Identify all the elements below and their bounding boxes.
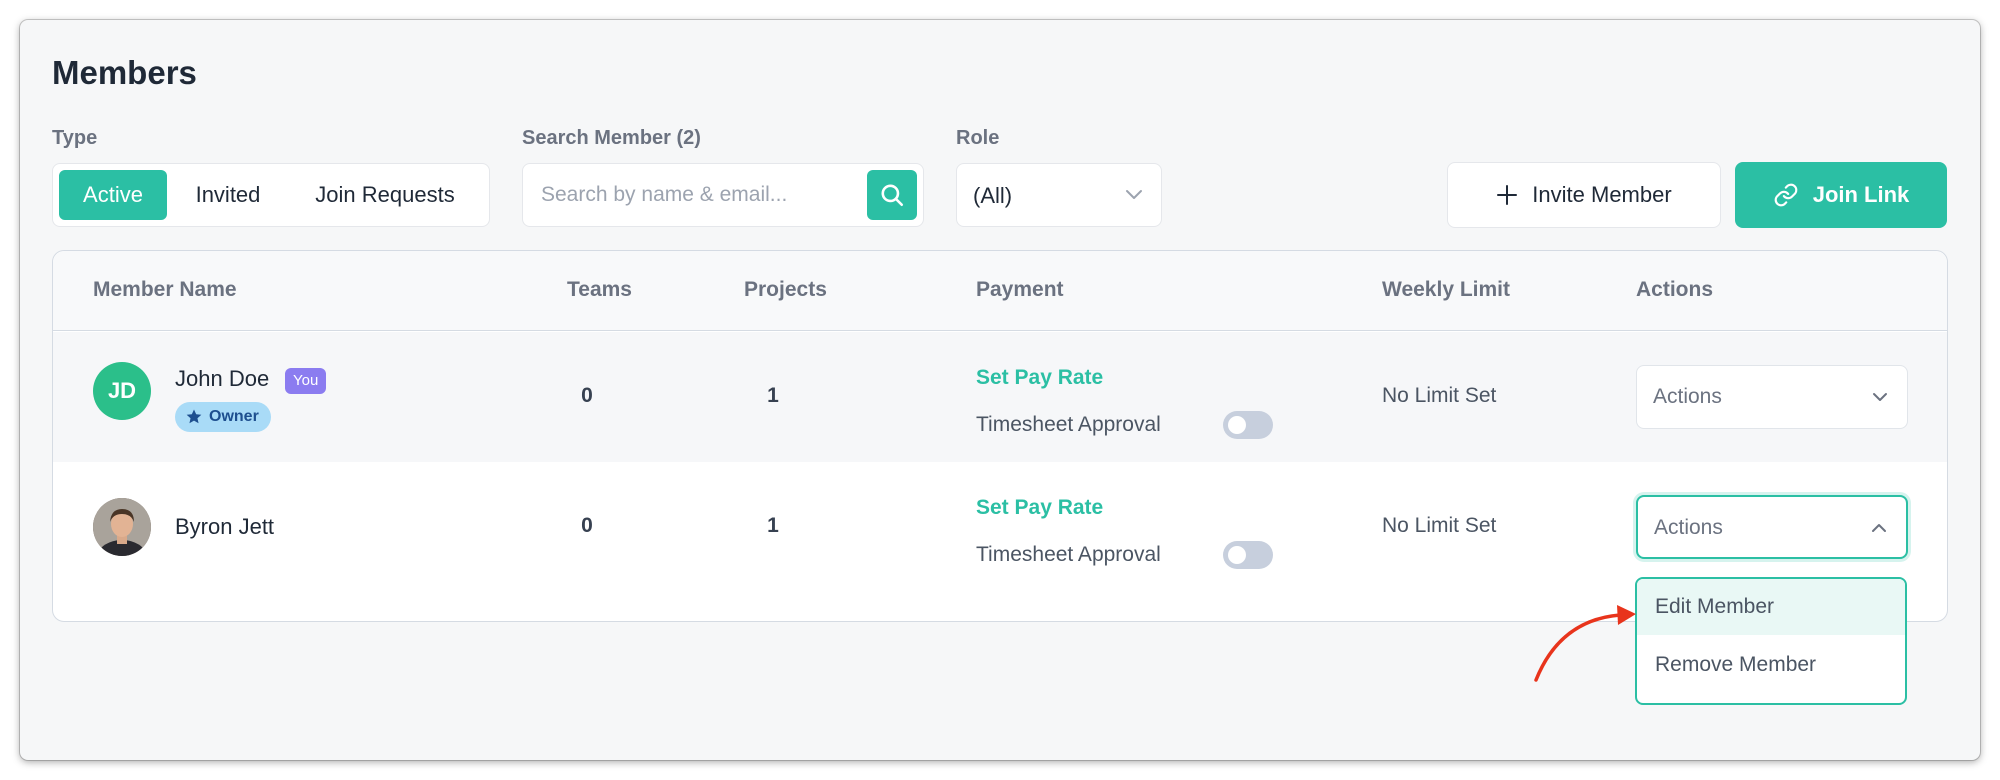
plus-icon bbox=[1497, 185, 1518, 205]
timesheet-approval-toggle[interactable] bbox=[1223, 411, 1273, 439]
table-row: Byron Jett 0 1 Set Pay Rate Timesheet Ap… bbox=[53, 462, 1947, 592]
type-label: Type bbox=[52, 127, 98, 149]
search-button[interactable] bbox=[867, 170, 917, 220]
role-label: Role bbox=[956, 127, 1000, 149]
projects-count: 1 bbox=[767, 384, 779, 407]
type-segmented-control: Active Invited Join Requests bbox=[52, 163, 490, 227]
column-payment: Payment bbox=[976, 278, 1064, 301]
column-projects: Projects bbox=[744, 278, 827, 301]
actions-select-open[interactable]: Actions bbox=[1636, 495, 1908, 559]
annotation-arrow-icon bbox=[1534, 605, 1636, 682]
member-name: Byron Jett bbox=[175, 514, 275, 539]
search-label: Search Member (2) bbox=[522, 127, 701, 149]
user-photo-icon bbox=[93, 498, 151, 556]
actions-dropdown-menu: Edit Member Remove Member bbox=[1635, 577, 1907, 705]
page-title: Members bbox=[52, 54, 197, 91]
table-header: Member Name Teams Projects Payment Weekl… bbox=[53, 251, 1947, 331]
star-badge-icon bbox=[186, 409, 202, 424]
weekly-limit-value: No Limit Set bbox=[1382, 514, 1497, 537]
role-select[interactable]: (All) bbox=[956, 163, 1162, 227]
chevron-down-icon bbox=[1873, 393, 1887, 401]
chevron-down-icon bbox=[1126, 190, 1142, 199]
search-box bbox=[522, 163, 924, 227]
actions-select[interactable]: Actions bbox=[1636, 365, 1908, 429]
search-icon bbox=[881, 184, 904, 207]
column-actions: Actions bbox=[1636, 278, 1714, 301]
type-option-join-requests[interactable]: Join Requests bbox=[289, 170, 481, 220]
search-input[interactable] bbox=[541, 174, 851, 216]
invite-member-label: Invite Member bbox=[1532, 182, 1672, 207]
actions-select-value: Actions bbox=[1654, 516, 1723, 539]
projects-count: 1 bbox=[767, 514, 779, 537]
link-icon bbox=[1774, 183, 1798, 207]
type-option-invited[interactable]: Invited bbox=[173, 170, 283, 220]
toggle-knob bbox=[1228, 546, 1246, 564]
weekly-limit-value: No Limit Set bbox=[1382, 384, 1497, 407]
teams-count: 0 bbox=[581, 384, 593, 407]
avatar bbox=[93, 498, 151, 556]
toggle-knob bbox=[1228, 416, 1246, 434]
set-pay-rate-link[interactable]: Set Pay Rate bbox=[976, 366, 1103, 390]
member-name: John Doe bbox=[175, 366, 270, 391]
remove-member-menu-item[interactable]: Remove Member bbox=[1637, 637, 1905, 693]
avatar: JD bbox=[93, 362, 151, 420]
timesheet-approval-toggle[interactable] bbox=[1223, 541, 1273, 569]
teams-count: 0 bbox=[581, 514, 593, 537]
column-member-name: Member Name bbox=[93, 278, 237, 301]
role-select-value: (All) bbox=[973, 183, 1013, 208]
you-badge: You bbox=[285, 368, 327, 394]
invite-member-button[interactable]: Invite Member bbox=[1447, 162, 1721, 228]
owner-badge-label: Owner bbox=[209, 408, 259, 425]
members-table: Member Name Teams Projects Payment Weekl… bbox=[52, 250, 1948, 622]
set-pay-rate-link[interactable]: Set Pay Rate bbox=[976, 496, 1103, 520]
edit-member-menu-item[interactable]: Edit Member bbox=[1637, 579, 1905, 635]
chevron-up-icon bbox=[1872, 524, 1886, 532]
join-link-button[interactable]: Join Link bbox=[1735, 162, 1947, 228]
table-row: JD John Doe You Owner 0 1 Set Pay Rate T… bbox=[53, 332, 1947, 462]
timesheet-approval-label: Timesheet Approval bbox=[976, 543, 1161, 566]
actions-select-value: Actions bbox=[1653, 385, 1722, 408]
type-option-active[interactable]: Active bbox=[59, 170, 167, 220]
column-weekly-limit: Weekly Limit bbox=[1382, 278, 1510, 301]
timesheet-approval-label: Timesheet Approval bbox=[976, 413, 1161, 436]
owner-badge: Owner bbox=[175, 402, 271, 432]
column-teams: Teams bbox=[567, 278, 632, 301]
join-link-label: Join Link bbox=[1812, 182, 1910, 207]
